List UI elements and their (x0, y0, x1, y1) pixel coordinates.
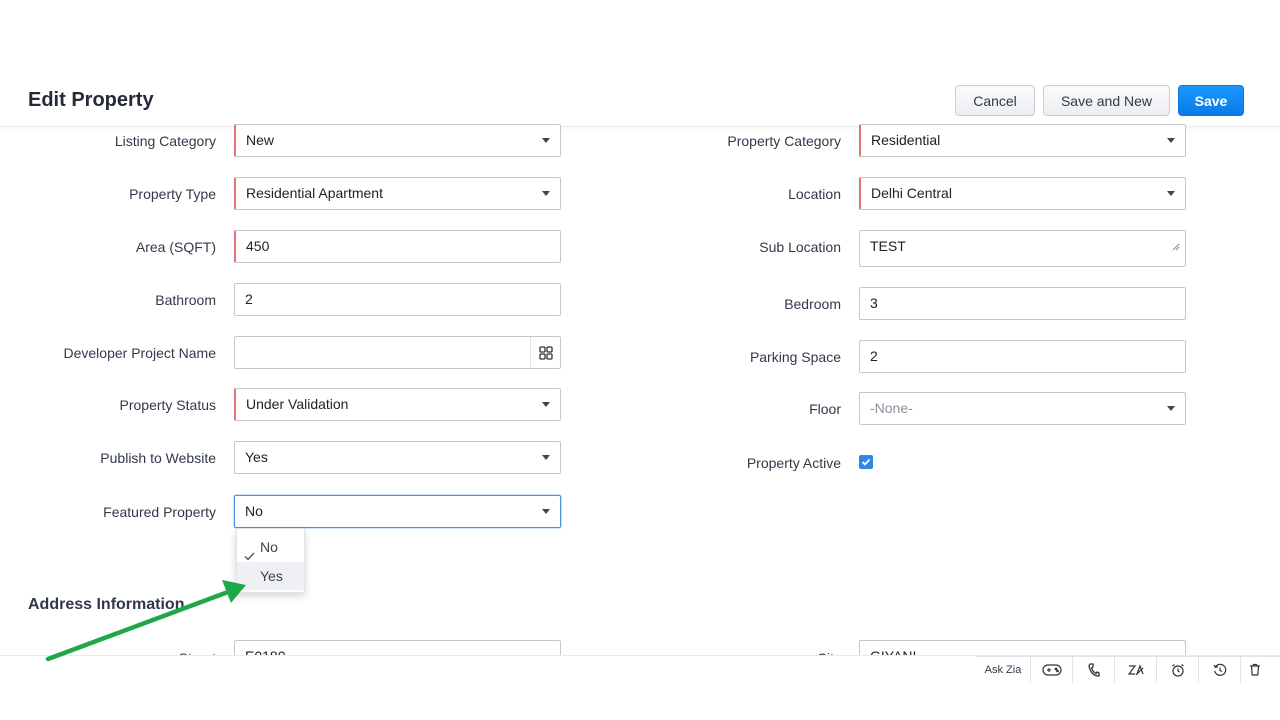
history-icon[interactable] (1198, 656, 1240, 683)
property-status-select[interactable]: Under Validation (234, 388, 561, 421)
property-active-checkbox[interactable] (859, 455, 873, 469)
bathroom-value: 2 (245, 291, 253, 307)
page-title: Edit Property (28, 89, 154, 111)
lookup-grid-icon[interactable] (530, 337, 560, 368)
location-value: Delhi Central (871, 185, 952, 201)
location-label: Location (788, 186, 841, 202)
chevron-down-icon (1167, 138, 1175, 143)
dropdown-option-yes[interactable]: Yes (237, 562, 304, 590)
alarm-icon[interactable] (1156, 656, 1198, 683)
featured-property-label: Featured Property (103, 504, 216, 520)
featured-property-value: No (245, 503, 263, 519)
property-category-value: Residential (871, 132, 941, 148)
save-and-new-button[interactable]: Save and New (1043, 85, 1170, 116)
bedroom-value: 3 (870, 295, 878, 311)
developer-project-input[interactable] (234, 336, 561, 369)
dropdown-option-no[interactable]: No (237, 533, 304, 561)
featured-property-select[interactable]: No (234, 495, 561, 528)
page-header: Edit Property Cancel Save and New Save (0, 75, 1280, 127)
publish-website-select[interactable]: Yes (234, 441, 561, 474)
address-section-title: Address Information (28, 596, 185, 613)
dropdown-option-label: No (260, 539, 278, 555)
bathroom-label: Bathroom (155, 292, 216, 308)
parking-space-label: Parking Space (749, 349, 841, 365)
chevron-down-icon (542, 455, 550, 460)
listing-category-label: Listing Category (114, 133, 216, 149)
area-label: Area (SQFT) (135, 239, 216, 255)
bedroom-label: Bedroom (784, 296, 841, 312)
floor-label: Floor (809, 401, 841, 417)
parking-space-value: 2 (870, 348, 878, 364)
save-button[interactable]: Save (1178, 85, 1244, 116)
property-status-label: Property Status (119, 397, 217, 413)
listing-category-select[interactable]: New (234, 124, 561, 157)
property-active-label: Property Active (746, 455, 841, 471)
bathroom-input[interactable]: 2 (234, 283, 561, 316)
property-type-select[interactable]: Residential Apartment (234, 177, 561, 210)
phone-icon[interactable] (1072, 656, 1114, 683)
property-type-label: Property Type (129, 186, 216, 202)
publish-website-value: Yes (245, 449, 268, 465)
gamepad-icon[interactable] (1030, 656, 1072, 683)
property-category-select[interactable]: Residential (859, 124, 1186, 157)
sub-location-label: Sub Location (759, 239, 841, 255)
sub-location-value: TEST (870, 238, 906, 254)
chevron-down-icon (542, 191, 550, 196)
cancel-button[interactable]: Cancel (955, 85, 1035, 116)
floor-select[interactable]: -None- (859, 392, 1186, 425)
checkmark-icon (861, 458, 871, 466)
developer-project-label: Developer Project Name (63, 345, 216, 361)
property-type-value: Residential Apartment (246, 185, 383, 201)
location-select[interactable]: Delhi Central (859, 177, 1186, 210)
floor-placeholder: -None- (870, 400, 913, 416)
bedroom-input[interactable]: 3 (859, 287, 1186, 320)
chevron-down-icon (542, 509, 550, 514)
sub-location-textarea[interactable]: TEST (859, 230, 1186, 267)
chevron-down-icon (1167, 406, 1175, 411)
ask-zia-button[interactable]: Ask Zia (976, 657, 1030, 683)
publish-website-label: Publish to Website (100, 450, 216, 466)
area-value: 450 (246, 238, 270, 254)
property-status-value: Under Validation (246, 396, 349, 412)
bottom-toolbar: Ask Zia (976, 656, 1280, 683)
resize-handle-icon[interactable] (1172, 231, 1180, 262)
dropdown-option-label: Yes (260, 568, 283, 584)
featured-property-dropdown: No Yes (236, 528, 305, 593)
listing-category-value: New (246, 132, 275, 148)
trash-icon[interactable] (1240, 656, 1268, 683)
zia-icon[interactable] (1114, 656, 1156, 683)
chevron-down-icon (1167, 191, 1175, 196)
chevron-down-icon (542, 138, 550, 143)
chevron-down-icon (542, 402, 550, 407)
area-input[interactable]: 450 (234, 230, 561, 263)
property-category-label: Property Category (727, 133, 841, 149)
parking-space-input[interactable]: 2 (859, 340, 1186, 373)
